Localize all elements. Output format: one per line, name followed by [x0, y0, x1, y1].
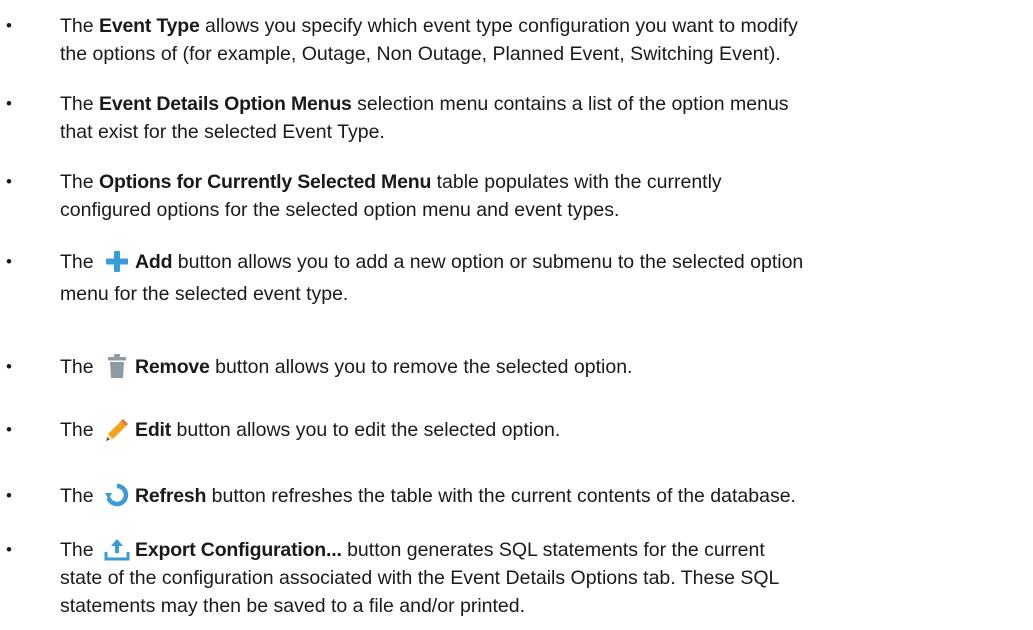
term-add: Add	[135, 251, 173, 273]
term-event-details-option-menus: Event Details Option Menus	[99, 93, 352, 115]
bullet: •	[6, 172, 12, 191]
item-text: The Refresh button refreshes the table w…	[60, 482, 1030, 510]
item-line-2: state of the configuration associated wi…	[60, 567, 780, 589]
item-text: The Export Configuration... button gener…	[60, 536, 1030, 620]
item-line-1: The Remove button allows you to remove t…	[60, 353, 1030, 381]
item-text: The Options for Currently Selected Menu …	[60, 168, 1030, 224]
term-export-configuration: Export Configuration...	[135, 539, 342, 561]
bullet: •	[6, 16, 12, 35]
item-line-1: The Event Type allows you specify which …	[60, 15, 798, 37]
bullet: •	[6, 94, 12, 113]
item-line-1: The Add button allows you to add a new o…	[60, 248, 1030, 276]
export-icon	[103, 536, 131, 562]
item-text: The Event Type allows you specify which …	[60, 12, 1030, 68]
item-text: The Edit button allows you to edit the s…	[60, 416, 1030, 444]
item-text: The Event Details Option Menus selection…	[60, 90, 1030, 146]
item-line-1: The Options for Currently Selected Menu …	[60, 171, 722, 193]
bullet: •	[6, 420, 12, 439]
item-line-1: The Event Details Option Menus selection…	[60, 93, 789, 115]
item-line-2: configured options for the selected opti…	[60, 199, 620, 221]
bullet: •	[6, 486, 12, 505]
item-line-1: The Export Configuration... button gener…	[60, 536, 1030, 564]
refresh-icon	[103, 482, 131, 508]
add-icon	[103, 248, 131, 274]
item-line-3: statements may then be saved to a file a…	[60, 595, 526, 617]
item-line-2: menu for the selected event type.	[60, 283, 349, 305]
term-remove: Remove	[135, 356, 210, 378]
term-edit: Edit	[135, 419, 172, 441]
item-line-2: the options of (for example, Outage, Non…	[60, 43, 781, 65]
trash-icon	[103, 353, 131, 379]
pencil-icon	[103, 416, 131, 442]
item-text: The Remove button allows you to remove t…	[60, 353, 1030, 381]
bullet: •	[6, 357, 12, 376]
term-options-for-currently-selected-menu: Options for Currently Selected Menu	[99, 171, 432, 193]
term-refresh: Refresh	[135, 485, 207, 507]
bullet: •	[6, 252, 12, 271]
item-text: The Add button allows you to add a new o…	[60, 248, 1030, 308]
bullet: •	[6, 540, 12, 559]
item-line-1: The Edit button allows you to edit the s…	[60, 416, 1030, 444]
item-line-1: The Refresh button refreshes the table w…	[60, 482, 1030, 510]
item-line-2: that exist for the selected Event Type.	[60, 121, 385, 143]
term-event-type: Event Type	[99, 15, 200, 37]
